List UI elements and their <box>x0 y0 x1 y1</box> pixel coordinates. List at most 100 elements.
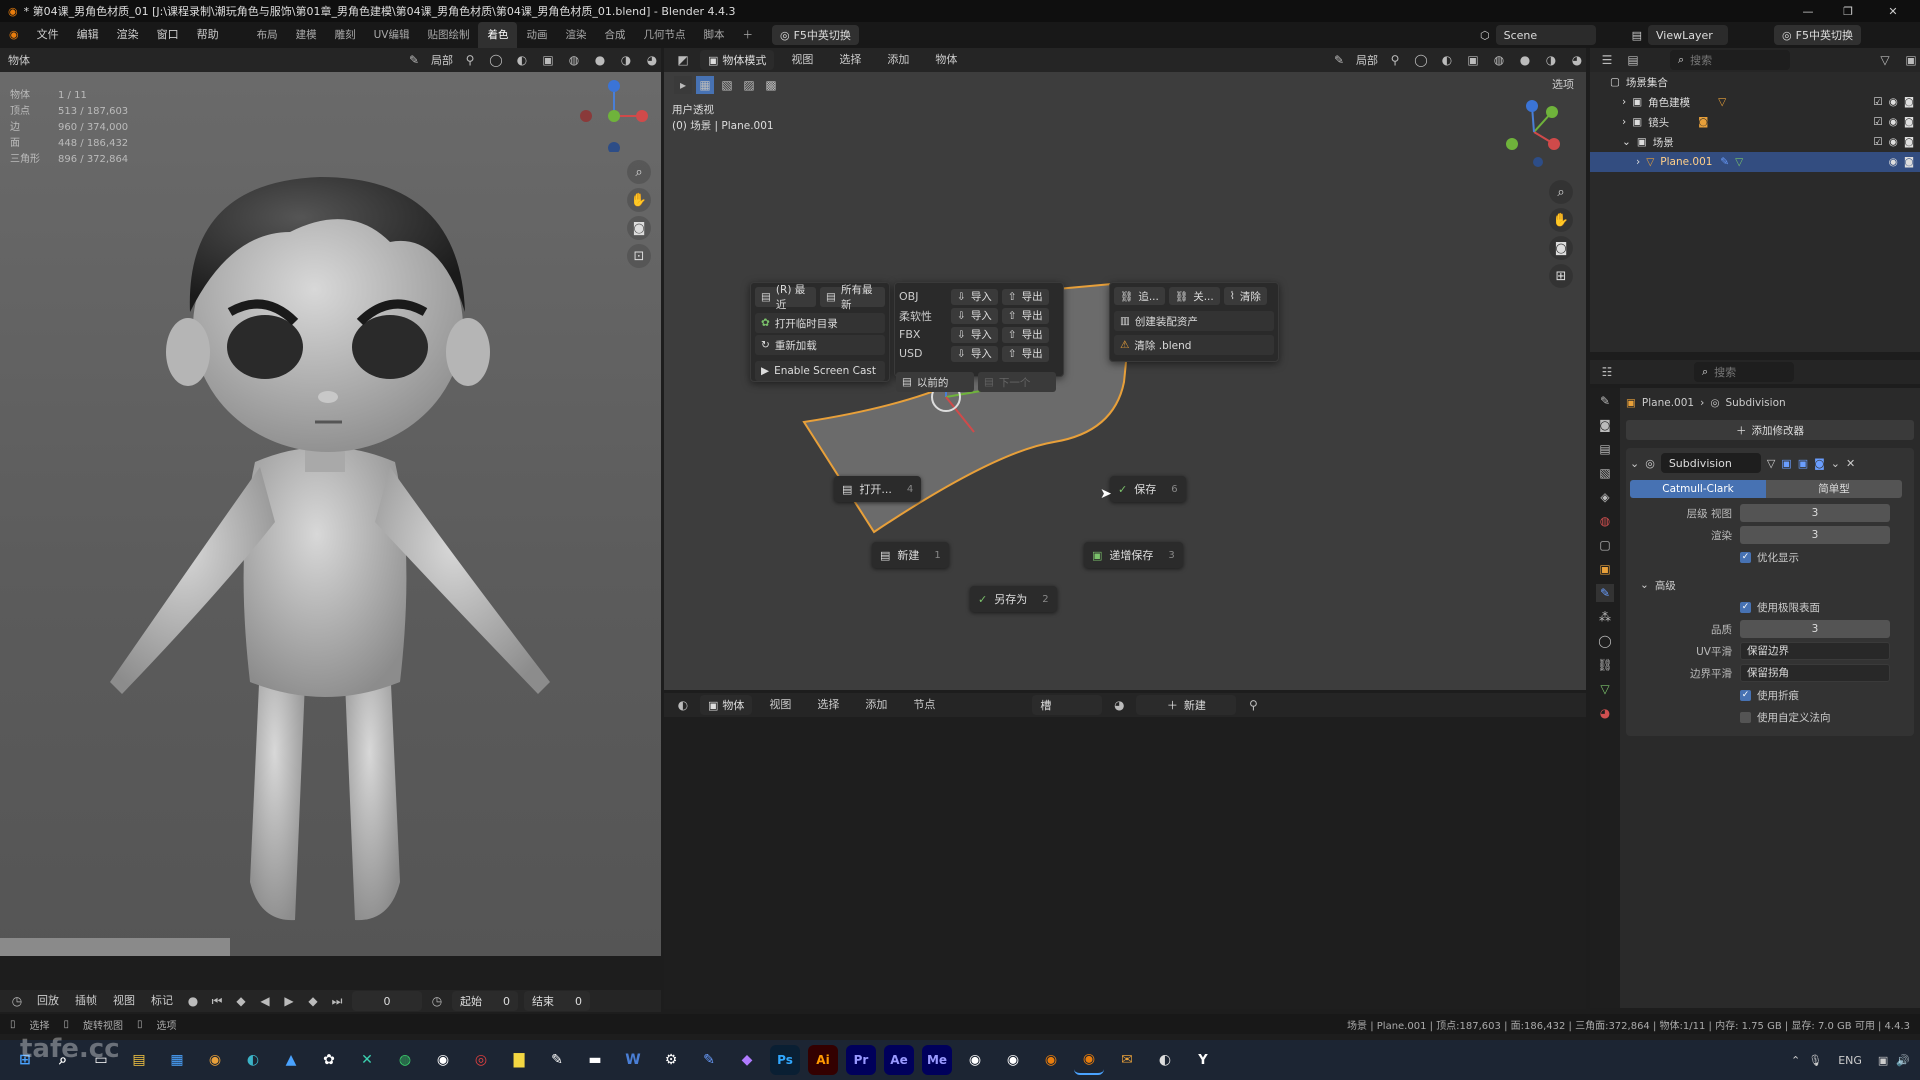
view-layer-selector[interactable]: ViewLayer <box>1648 25 1729 45</box>
navigation-gizmo[interactable] <box>1494 92 1574 172</box>
checkbox-icon[interactable]: ☑ <box>1873 96 1882 108</box>
workspace-tab-uv[interactable]: UV编辑 <box>365 22 419 48</box>
physics-tab-icon[interactable]: ◯ <box>1596 632 1614 650</box>
zoom-icon[interactable]: ⌕ <box>627 160 651 184</box>
checkbox-icon[interactable]: ☑ <box>1873 136 1882 148</box>
media-encoder-icon[interactable]: Me <box>922 1045 952 1075</box>
quality-field[interactable]: 3 <box>1740 620 1890 638</box>
snap-icon[interactable]: ⚲ <box>461 51 479 69</box>
word-icon[interactable]: W <box>618 1045 648 1075</box>
node-menu-select[interactable]: 选择 <box>808 692 848 718</box>
solid-shading-icon[interactable]: ● <box>1516 51 1534 69</box>
material-shading-icon[interactable]: ◑ <box>1542 51 1560 69</box>
render-display-icon[interactable]: ◙ <box>1814 457 1825 470</box>
append-button[interactable]: ⛓ 追... <box>1114 287 1165 305</box>
end-frame-field[interactable]: 结束 0 <box>524 991 590 1011</box>
pan-hand-icon[interactable]: ✋ <box>1549 208 1573 232</box>
mid-menu-add[interactable]: 添加 <box>878 47 918 73</box>
filter-icon[interactable]: ▽ <box>1876 51 1894 69</box>
app-icon[interactable]: ◆ <box>732 1045 762 1075</box>
edge-icon[interactable]: ◐ <box>238 1045 268 1075</box>
blender-menu-icon[interactable]: ◉ <box>0 22 28 48</box>
create-asset-button[interactable]: ▥ 创建装配资产 <box>1114 311 1274 331</box>
maximize-button[interactable]: ❐ <box>1830 0 1866 22</box>
workspace-tab-compositing[interactable]: 合成 <box>595 22 634 48</box>
link-button[interactable]: ⛓ 关... <box>1168 287 1220 305</box>
material-shading-icon[interactable]: ◑ <box>617 51 635 69</box>
properties-editor-icon[interactable]: ☷ <box>1598 363 1616 381</box>
custom-normals-checkbox[interactable] <box>1740 711 1751 723</box>
pie-open-button[interactable]: ▤ 打开... 4 <box>834 476 922 502</box>
mid-menu-object[interactable]: 物体 <box>926 47 966 73</box>
timeline-menu-view[interactable]: 视图 <box>108 988 140 1014</box>
snap-icon[interactable]: ⚲ <box>1386 51 1404 69</box>
camera-render-icon[interactable]: ◙ <box>1904 156 1914 168</box>
input-switch-button[interactable]: ◎ F5中英切换 <box>771 25 859 45</box>
uv-smooth-dropdown[interactable]: 保留边界 <box>1740 642 1890 660</box>
eyedropper-icon[interactable]: ✎ <box>1330 51 1348 69</box>
next-key-icon[interactable]: ◆ <box>304 992 322 1010</box>
start-frame-field[interactable]: 起始 0 <box>452 991 518 1011</box>
app-icon[interactable]: ✎ <box>694 1045 724 1075</box>
blender-active-icon[interactable]: ◉ <box>1074 1045 1104 1075</box>
navigation-gizmo[interactable] <box>572 72 652 152</box>
language-indicator[interactable]: ENG <box>1838 1054 1862 1067</box>
all-recent-button[interactable]: ▤ 所有最新 <box>820 284 885 311</box>
render-levels-field[interactable]: 3 <box>1740 526 1890 544</box>
object-tab-icon[interactable]: ▣ <box>1596 560 1614 578</box>
jump-start-icon[interactable]: ⏮ <box>208 992 226 1010</box>
modifier-name-field[interactable]: Subdivision <box>1660 453 1761 473</box>
pin-icon[interactable]: ⚲ <box>1244 696 1262 714</box>
mid-menu-select[interactable]: 选择 <box>830 47 870 73</box>
proportional-icon[interactable]: ◯ <box>487 51 505 69</box>
solid-shading-icon[interactable]: ● <box>591 51 609 69</box>
pie-incremental-save-button[interactable]: ▣ 递增保存 3 <box>1084 542 1183 568</box>
eyedropper-icon[interactable]: ✎ <box>405 51 423 69</box>
export-button[interactable]: ⇧ 导出 <box>1001 288 1049 305</box>
levels-viewport-field[interactable]: 3 <box>1740 504 1890 522</box>
left-mode-label[interactable]: 物体 <box>8 52 30 68</box>
workspace-tab-modeling[interactable]: 建模 <box>287 22 326 48</box>
camera-icon[interactable]: ◙ <box>1549 236 1573 260</box>
camera-icon[interactable]: ◙ <box>627 216 651 240</box>
optimal-display-checkbox[interactable]: ✓ <box>1740 551 1751 563</box>
camera-render-icon[interactable]: ◙ <box>1904 116 1914 128</box>
outliner-root[interactable]: ▢ 场景集合 <box>1596 72 1914 92</box>
minimize-button[interactable]: — <box>1790 0 1826 22</box>
mail-icon[interactable]: ✉ <box>1112 1045 1142 1075</box>
tool-tab-icon[interactable]: ✎ <box>1596 392 1614 410</box>
select-invert-icon[interactable]: ▩ <box>762 76 780 94</box>
checkbox-icon[interactable]: ☑ <box>1873 116 1882 128</box>
microphone-icon[interactable]: 🎙 <box>1808 1054 1822 1067</box>
screencast-button[interactable]: ▶ Enable Screen Cast <box>755 361 885 381</box>
workspace-tab-rendering[interactable]: 渲染 <box>556 22 595 48</box>
editor-type-icon[interactable]: ◩ <box>674 51 692 69</box>
chrome-icon[interactable]: ◉ <box>200 1045 230 1075</box>
xray-icon[interactable]: ▣ <box>539 51 557 69</box>
workspace-tab-sculpting[interactable]: 雕刻 <box>326 22 365 48</box>
data-tab-icon[interactable]: ▽ <box>1596 680 1614 698</box>
render-tab-icon[interactable]: ◙ <box>1596 416 1614 434</box>
recent-button[interactable]: ▤ (R) 最近 <box>755 284 817 311</box>
collection-tab-icon[interactable]: ▢ <box>1596 536 1614 554</box>
pie-save-as-button[interactable]: ✓ 另存为 2 <box>970 586 1057 612</box>
select-extend-icon[interactable]: ▧ <box>718 76 736 94</box>
export-button[interactable]: ⇧ 导出 <box>1001 326 1049 343</box>
limit-surface-checkbox[interactable]: ✓ <box>1740 601 1751 613</box>
import-button[interactable]: ⇩ 导入 <box>951 326 998 343</box>
new-collection-icon[interactable]: ▣ <box>1902 51 1920 69</box>
clean-button[interactable]: ⌇ 清除 <box>1223 287 1267 305</box>
new-material-button[interactable]: ＋ 新建 <box>1136 695 1237 715</box>
cage-icon[interactable]: ▣ <box>1781 457 1791 470</box>
outliner-item-plane[interactable]: › ▽ Plane.001 ✎ ▽ ◉ ◙ <box>1590 152 1920 172</box>
workspace-tab-texture-paint[interactable]: 贴图绘制 <box>418 22 478 48</box>
material-slot-selector[interactable]: 槽 <box>1032 695 1103 715</box>
open-temp-button[interactable]: ✿ 打开临时目录 <box>755 313 885 333</box>
import-button[interactable]: ⇩ 导入 <box>951 307 998 324</box>
boundary-smooth-dropdown[interactable]: 保留拐角 <box>1740 664 1890 682</box>
blender-icon[interactable]: ◉ <box>1036 1045 1066 1075</box>
advanced-section-header[interactable]: ⌄ 高级 <box>1630 574 1910 596</box>
illustrator-icon[interactable]: Ai <box>808 1045 838 1075</box>
settings-gear-icon[interactable]: ⚙ <box>656 1045 686 1075</box>
collapse-icon[interactable]: ⌄ <box>1630 457 1639 470</box>
